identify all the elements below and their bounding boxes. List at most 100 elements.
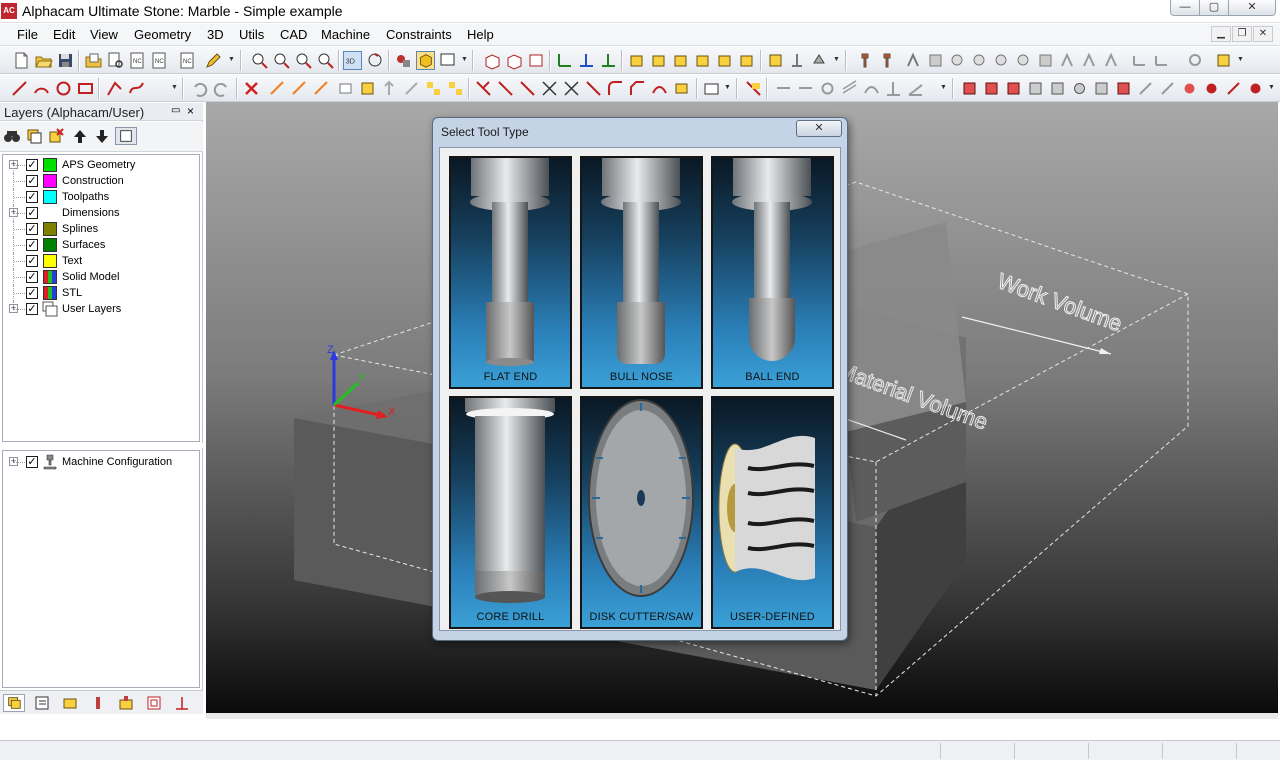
solid-11-icon[interactable] [1180, 79, 1199, 98]
doc-minimize-button[interactable]: ▁ [1211, 26, 1231, 42]
nc-edit-icon[interactable]: NC [178, 51, 197, 70]
dimension-icon[interactable] [744, 79, 763, 98]
layer-row-construction[interactable]: ✓ Construction [3, 173, 198, 189]
arrow-up-icon[interactable] [71, 127, 89, 145]
save-icon[interactable] [56, 51, 75, 70]
constraint-horizontal-icon[interactable] [774, 79, 793, 98]
machining-op-11-icon[interactable] [1130, 51, 1149, 70]
fillet-icon[interactable] [606, 79, 625, 98]
layer-color-swatch[interactable] [43, 174, 57, 188]
machining-op-2-icon[interactable] [926, 51, 945, 70]
drill-2-icon[interactable] [878, 51, 897, 70]
layer-row-toolpaths[interactable]: ✓ Toolpaths [3, 189, 198, 205]
chamfer-icon[interactable] [628, 79, 647, 98]
layer-row-user-layers[interactable]: + ✓ User Layers [3, 301, 198, 317]
layer-visibility-checkbox[interactable]: ✓ [26, 223, 38, 235]
print-preview-icon[interactable] [106, 51, 125, 70]
array-icon[interactable] [424, 79, 443, 98]
layer-row-aps-geometry[interactable]: + ✓ APS Geometry [3, 157, 198, 173]
smooth-icon[interactable] [650, 79, 669, 98]
layer-row-text[interactable]: ✓ Text [3, 253, 198, 269]
machine-visibility-checkbox[interactable]: ✓ [26, 456, 38, 468]
constraint-vertical-icon[interactable] [796, 79, 815, 98]
menu-machine[interactable]: Machine [321, 27, 370, 43]
zoom-all-icon[interactable] [272, 51, 291, 70]
tab-nesting-icon[interactable] [143, 694, 165, 712]
layer-visibility-checkbox[interactable]: ✓ [26, 255, 38, 267]
offset-icon[interactable] [402, 79, 421, 98]
layer-row-dimensions[interactable]: + ✓ Dimensions [3, 205, 198, 221]
machine-box-icon[interactable] [483, 51, 502, 70]
doc-close-button[interactable]: ✕ [1253, 26, 1273, 42]
constraint-perp-icon[interactable] [884, 79, 903, 98]
toolbar-overflow-icon[interactable]: ▼ [833, 55, 841, 65]
nc-output-icon[interactable]: NC [150, 51, 169, 70]
machining-op-13-icon[interactable] [1186, 51, 1205, 70]
cube-view-4-icon[interactable] [693, 51, 712, 70]
layer-color-swatch[interactable] [43, 286, 57, 300]
layer-color-swatch[interactable] [43, 190, 57, 204]
trim-2-icon[interactable] [496, 79, 515, 98]
tool-user-defined[interactable]: USER-DEFINED [711, 396, 834, 629]
cube-view-5-icon[interactable] [715, 51, 734, 70]
arrow-down-icon[interactable] [93, 127, 111, 145]
zoom-out-icon[interactable] [316, 51, 335, 70]
zoom-in-icon[interactable] [294, 51, 313, 70]
solid-14-icon[interactable] [1246, 79, 1265, 98]
3d-view-icon[interactable]: 3D [343, 51, 362, 70]
layer-visibility-checkbox[interactable]: ✓ [26, 191, 38, 203]
extend-icon[interactable] [518, 79, 537, 98]
layer-row-stl[interactable]: ✓ STL [3, 285, 198, 301]
constraint-angle-icon[interactable] [906, 79, 925, 98]
layer-visibility-checkbox[interactable]: ✓ [26, 271, 38, 283]
rotate-view-icon[interactable] [366, 51, 385, 70]
break-icon[interactable] [540, 79, 559, 98]
new-file-icon[interactable] [12, 51, 31, 70]
solid-12-icon[interactable] [1202, 79, 1221, 98]
copy-icon[interactable] [290, 79, 309, 98]
machining-op-9-icon[interactable] [1080, 51, 1099, 70]
layer-visibility-checkbox[interactable]: ✓ [26, 287, 38, 299]
tool-ball-end[interactable]: BALL END [711, 156, 834, 389]
axis-3-icon[interactable] [599, 51, 618, 70]
doc-restore-button[interactable]: ❐ [1232, 26, 1252, 42]
maximize-button[interactable]: ▢ [1199, 0, 1229, 16]
solid-5-icon[interactable] [1048, 79, 1067, 98]
nc-file-icon[interactable]: NC [128, 51, 147, 70]
work-plane-icon[interactable] [788, 51, 807, 70]
layer-visibility-checkbox[interactable]: ✓ [26, 175, 38, 187]
stretch-icon[interactable] [380, 79, 399, 98]
work-plane-2-icon[interactable] [810, 51, 829, 70]
constraint-parallel-icon[interactable] [840, 79, 859, 98]
polyline-icon[interactable] [105, 79, 124, 98]
machining-op-10-icon[interactable] [1102, 51, 1121, 70]
zoom-window-icon[interactable] [250, 51, 269, 70]
explode-icon[interactable] [672, 79, 691, 98]
edit-pencil-icon[interactable] [204, 51, 223, 70]
join-icon[interactable] [584, 79, 603, 98]
layer-row-surfaces[interactable]: ✓ Surfaces [3, 237, 198, 253]
tool-disk-cutter-saw[interactable]: DISK CUTTER/SAW [580, 396, 703, 629]
layer-color-swatch[interactable] [43, 238, 57, 252]
layer-properties-icon[interactable] [115, 127, 137, 145]
solid-10-icon[interactable] [1158, 79, 1177, 98]
rotate-icon[interactable] [312, 79, 331, 98]
machining-op-14-icon[interactable] [1214, 51, 1233, 70]
cube-view-6-icon[interactable] [737, 51, 756, 70]
mirror-icon[interactable] [336, 79, 355, 98]
toolbar-overflow-icon[interactable]: ▼ [228, 55, 236, 65]
solid-9-icon[interactable] [1136, 79, 1155, 98]
machining-op-6-icon[interactable] [1014, 51, 1033, 70]
cube-view-2-icon[interactable] [649, 51, 668, 70]
new-layer-icon[interactable] [25, 127, 43, 145]
layer-visibility-checkbox[interactable]: ✓ [26, 159, 38, 171]
undo-icon[interactable] [190, 79, 209, 98]
tool-core-drill[interactable]: CORE DRILL [449, 396, 572, 629]
menu-geometry[interactable]: Geometry [134, 27, 191, 43]
layer-color-swatch[interactable] [43, 222, 57, 236]
line-icon[interactable] [10, 79, 29, 98]
rectangle-icon[interactable] [76, 79, 95, 98]
toolbar-overflow-icon[interactable]: ▼ [1268, 83, 1276, 93]
menu-constraints[interactable]: Constraints [386, 27, 452, 43]
menu-edit[interactable]: Edit [53, 27, 75, 43]
